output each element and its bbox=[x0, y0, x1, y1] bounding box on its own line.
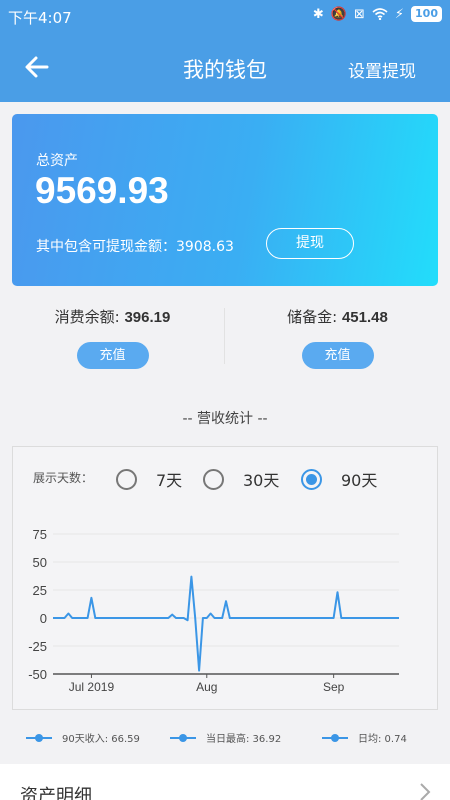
legend-avg-text: 日均: 0.74 bbox=[358, 734, 407, 745]
reserve-balance-label: 储备金: bbox=[287, 308, 342, 326]
withdrawable-amount: 其中包含可提现金额：3908.63 bbox=[36, 239, 234, 255]
revenue-line-chart: 75 50 25 0 -25 -50 Jul 2019 Aug Sep bbox=[28, 527, 399, 694]
total-assets-label: 总资产 bbox=[36, 153, 78, 169]
legend-marker-icon bbox=[322, 733, 348, 742]
legend-marker-icon bbox=[26, 733, 52, 742]
consume-recharge-button[interactable]: 充值 bbox=[76, 342, 149, 369]
withdraw-settings-button[interactable]: 设置提现 bbox=[348, 57, 416, 82]
consume-balance-text: 消费余额: 396.19 bbox=[0, 306, 225, 327]
app-bar: 我的钱包 设置提现 bbox=[0, 34, 450, 102]
y-tick-label: 25 bbox=[33, 583, 47, 598]
y-tick-label: 0 bbox=[40, 611, 47, 626]
legend-max-text: 当日最高: 36.92 bbox=[206, 734, 282, 745]
legend-max: 当日最高: 36.92 bbox=[170, 730, 281, 745]
reserve-balance: 储备金: 451.48 充值 bbox=[225, 292, 450, 369]
asset-details-row[interactable]: 资产明细 bbox=[0, 764, 450, 800]
legend-marker-icon bbox=[170, 733, 196, 742]
y-tick-label: 50 bbox=[33, 555, 47, 570]
x-tick-label: Jul 2019 bbox=[69, 680, 115, 694]
revenue-stats-title: -- 营收统计 -- bbox=[182, 411, 268, 427]
reserve-recharge-button[interactable]: 充值 bbox=[301, 342, 374, 369]
y-tick-label: -50 bbox=[28, 667, 47, 682]
consume-balance: 消费余额: 396.19 充值 bbox=[0, 292, 225, 369]
wifi-icon bbox=[372, 8, 388, 20]
sim-icon: ⊠ bbox=[353, 6, 365, 22]
legend-income: 90天收入: 66.59 bbox=[26, 730, 140, 745]
series-line bbox=[53, 575, 399, 672]
y-tick-label: 75 bbox=[33, 527, 47, 542]
status-bar: 下午4:07 ✱ 🔕 ⊠ ⚡ 100 bbox=[0, 0, 450, 34]
bluetooth-icon: ✱ bbox=[312, 6, 324, 22]
consume-balance-value: 396.19 bbox=[124, 309, 171, 326]
balances-section: 消费余额: 396.19 充值 储备金: 451.48 充值 bbox=[0, 292, 450, 382]
status-icons: ✱ 🔕 ⊠ ⚡ 100 bbox=[313, 6, 442, 22]
x-tick-label: Sep bbox=[323, 680, 345, 694]
status-time: 下午4:07 bbox=[8, 9, 72, 27]
total-assets-value: 9569.93 bbox=[35, 170, 169, 211]
revenue-chart-panel: 展示天数： 7天 30天 90天 75 50 25 0 -25 -50 Jul 2019 Au… bbox=[12, 446, 438, 710]
legend-income-text: 90天收入: 66.59 bbox=[62, 734, 140, 745]
chart-legend: 90天收入: 66.59 当日最高: 36.92 日均: 0.74 bbox=[0, 722, 450, 752]
withdraw-button[interactable]: 提现 bbox=[266, 228, 354, 259]
legend-avg: 日均: 0.74 bbox=[322, 730, 407, 745]
chevron-right-icon bbox=[420, 783, 431, 800]
battery-icon: 100 bbox=[411, 6, 442, 22]
consume-balance-label: 消费余额: bbox=[54, 308, 125, 326]
asset-details-label: 资产明细 bbox=[20, 786, 92, 800]
x-tick-label: Aug bbox=[196, 680, 217, 694]
reserve-balance-value: 451.48 bbox=[341, 309, 388, 326]
asset-card: 总资产 9569.93 其中包含可提现金额：3908.63 提现 bbox=[12, 114, 438, 286]
reserve-balance-text: 储备金: 451.48 bbox=[225, 306, 450, 327]
mute-icon: 🔕 bbox=[330, 6, 347, 22]
charging-icon: ⚡ bbox=[394, 6, 405, 22]
y-tick-label: -25 bbox=[28, 639, 47, 654]
